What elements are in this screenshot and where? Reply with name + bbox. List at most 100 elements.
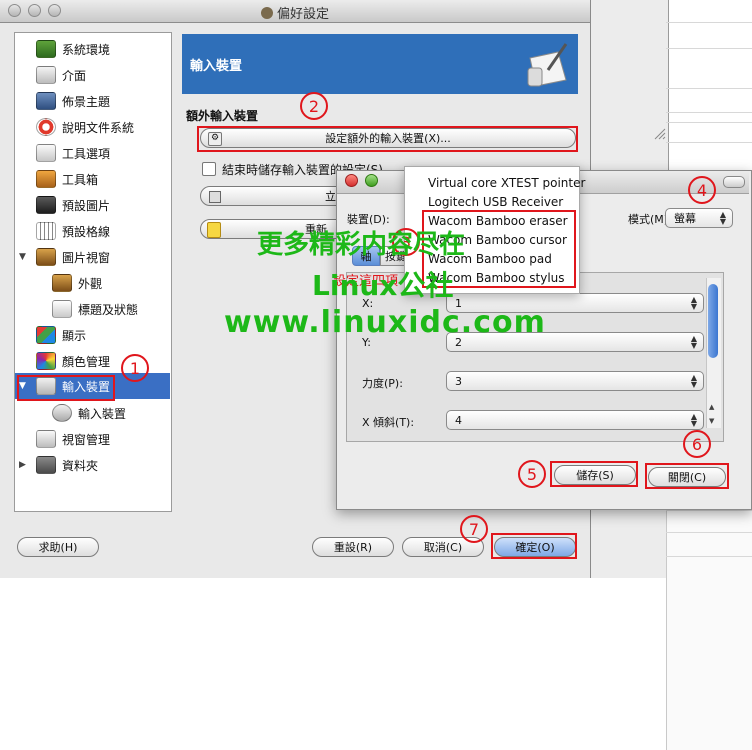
- sidebar-item-input-controllers[interactable]: 輸入裝置: [52, 401, 126, 425]
- axis-xtilt-label: X 傾斜(T):: [362, 416, 415, 429]
- menu-item-device[interactable]: Virtual core XTEST pointer: [428, 176, 585, 190]
- sidebar-item-label: 系統環境: [62, 42, 111, 57]
- tablet-icon: [522, 40, 572, 90]
- sidebar-item-interface[interactable]: 介面: [36, 63, 86, 87]
- annotation-number-text: 6: [691, 434, 703, 454]
- default-image-icon: [36, 196, 56, 214]
- watermark-line: 更多精彩内容尽在: [257, 230, 466, 260]
- save-devices-now-button[interactable]: 立: [200, 186, 346, 206]
- cancel-button-label: 取消(C): [423, 541, 463, 554]
- axis-pressure-label: 力度(P):: [362, 377, 403, 390]
- watermark-line: www.linuxidc.com: [224, 305, 546, 340]
- watermark-line: Linux公社: [312, 269, 454, 302]
- title-bar: 偏好設定: [0, 0, 590, 23]
- divider: [666, 556, 752, 557]
- sidebar-item-image-windows[interactable]: 圖片視窗: [36, 245, 110, 269]
- annotation-number: 2: [300, 92, 328, 120]
- help-button[interactable]: 求助(H): [17, 537, 99, 557]
- up-down-arrows-icon: ▲ ▼: [719, 210, 726, 226]
- input-controllers-icon: [52, 404, 72, 422]
- toolbox-icon: [36, 170, 56, 188]
- sidebar-item-system[interactable]: 系統環境: [36, 37, 110, 61]
- divider: [666, 88, 752, 89]
- folders-icon: [36, 456, 56, 474]
- dialog-zoom-button[interactable]: [365, 174, 378, 187]
- theme-icon: [36, 92, 56, 110]
- divider: [666, 510, 752, 511]
- sidebar-item-toolbox[interactable]: 工具箱: [36, 167, 98, 191]
- annotation-number: 6: [683, 430, 711, 458]
- sidebar-item-title-status[interactable]: 標題及狀態: [52, 297, 138, 321]
- sidebar-item-label: 顏色管理: [62, 354, 111, 369]
- system-resources-icon: [36, 40, 56, 58]
- up-down-arrows-icon: ▲ ▼: [690, 373, 697, 389]
- sidebar-item-label: 佈景主題: [62, 94, 111, 109]
- mode-select-value: 螢幕: [674, 212, 696, 225]
- annotation-box: [197, 126, 578, 152]
- gimp-icon: [260, 7, 273, 19]
- sidebar-item-tool-options[interactable]: 工具選項: [36, 141, 110, 165]
- divider: [666, 112, 752, 113]
- help-button-label: 求助(H): [38, 541, 78, 554]
- sidebar-item-label: 標題及狀態: [78, 302, 139, 317]
- axis-xtilt-select[interactable]: 4 ▲ ▼: [446, 410, 704, 430]
- annotation-number-text: 7: [468, 519, 480, 539]
- sidebar-item-label: 預設格線: [62, 224, 111, 239]
- interface-icon: [36, 66, 56, 84]
- axis-pressure-select[interactable]: 3 ▲ ▼: [446, 371, 704, 391]
- sidebar-item-default-grid[interactable]: 預設格線: [36, 219, 110, 243]
- axis-xtilt-value: 4: [455, 413, 462, 427]
- annotation-box: [645, 463, 729, 489]
- resize-grip-icon[interactable]: [654, 128, 666, 140]
- save-on-exit-checkbox[interactable]: [202, 162, 216, 176]
- help-system-icon: [36, 118, 56, 136]
- sidebar-item-label: 外觀: [78, 276, 103, 291]
- reset-icon: [207, 222, 221, 238]
- save-icon: [209, 191, 221, 203]
- tool-options-icon: [36, 144, 56, 162]
- save-now-label: 立: [325, 190, 336, 203]
- dialog-close-button[interactable]: [345, 174, 358, 187]
- annotation-box: [17, 375, 115, 401]
- display-icon: [36, 326, 56, 344]
- divider: [666, 122, 752, 123]
- title-status-icon: [52, 300, 72, 318]
- appearance-icon: [52, 274, 72, 292]
- expanded-triangle-icon[interactable]: ▼: [19, 252, 29, 262]
- scrollbar-thumb[interactable]: [708, 284, 718, 358]
- divider: [666, 22, 752, 23]
- sidebar-item-color-management[interactable]: 顏色管理: [36, 349, 110, 373]
- divider: [666, 142, 752, 143]
- window-management-icon: [36, 430, 56, 448]
- sidebar-item-help-system[interactable]: 說明文件系統: [36, 115, 134, 139]
- scroll-up-arrow-icon[interactable]: ▲: [709, 403, 714, 411]
- annotation-box: [491, 533, 577, 559]
- divider: [666, 532, 752, 533]
- reset-button[interactable]: 重設(R): [312, 537, 394, 557]
- collapsed-triangle-icon[interactable]: ▶: [19, 460, 29, 470]
- mode-select[interactable]: 螢幕 ▲ ▼: [665, 208, 733, 228]
- sidebar-item-window-management[interactable]: 視窗管理: [36, 427, 110, 451]
- annotation-number-text: 2: [308, 96, 320, 116]
- annotation-box: [550, 461, 638, 487]
- sidebar-item-display[interactable]: 顯示: [36, 323, 86, 347]
- dialog-toolbar-toggle[interactable]: [723, 176, 745, 188]
- sidebar-item-folders[interactable]: 資料夾: [36, 453, 98, 477]
- menu-item-device[interactable]: Logitech USB Receiver: [428, 195, 563, 209]
- annotation-number-text: 4: [696, 180, 708, 200]
- sidebar-item-label: 圖片視窗: [62, 250, 111, 265]
- up-down-arrows-icon: ▲ ▼: [690, 334, 697, 350]
- sidebar-item-theme[interactable]: 佈景主題: [36, 89, 110, 113]
- color-management-icon: [36, 352, 56, 370]
- sidebar-item-default-image[interactable]: 預設圖片: [36, 193, 110, 217]
- divider: [666, 48, 752, 49]
- up-down-arrows-icon: ▲ ▼: [690, 412, 697, 428]
- sidebar-item-appearance[interactable]: 外觀: [52, 271, 102, 295]
- annotation-number: 4: [688, 176, 716, 204]
- scroll-down-arrow-icon[interactable]: ▼: [709, 417, 714, 425]
- sidebar-item-label: 工具選項: [62, 146, 111, 161]
- default-grid-icon: [36, 222, 56, 240]
- sidebar-item-label: 輸入裝置: [78, 406, 127, 421]
- sidebar-item-label: 顯示: [62, 328, 87, 343]
- image-windows-icon: [36, 248, 56, 266]
